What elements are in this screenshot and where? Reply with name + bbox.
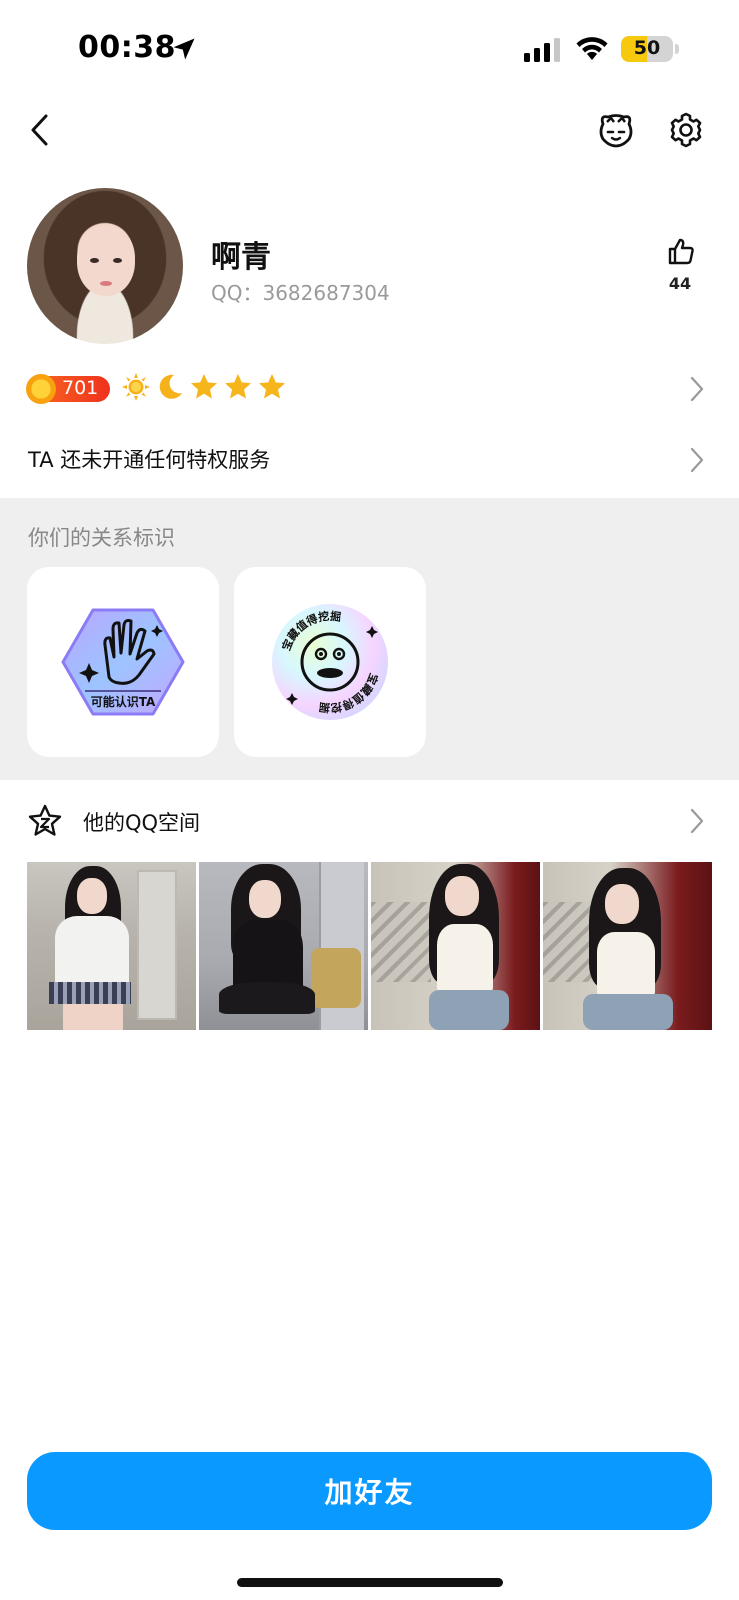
coin-icon: [26, 374, 56, 404]
relationship-card[interactable]: 可能认识TA: [27, 567, 219, 757]
photo-body: [437, 924, 493, 994]
photo-face: [77, 878, 107, 914]
photo-door: [137, 870, 177, 1020]
star-icon: [259, 374, 285, 399]
settings-gear-icon[interactable]: [666, 110, 706, 150]
relationship-section: 你们的关系标识 可能认识TA 宝藏值得挖掘 宝藏值得挖掘: [0, 498, 739, 780]
photo-legs: [63, 1004, 123, 1030]
qzone-row[interactable]: 他的QQ空间: [0, 795, 739, 851]
profile-name: 啊青: [211, 240, 271, 275]
level-badge: 701: [26, 374, 110, 404]
location-arrow-icon: [173, 38, 195, 60]
privilege-text: TA 还未开通任何特权服务: [28, 448, 271, 472]
chevron-right-icon: [690, 447, 704, 473]
home-indicator: [237, 1578, 503, 1587]
chevron-right-icon: [690, 808, 704, 834]
photo-face: [605, 884, 639, 924]
star-icon: [225, 374, 251, 399]
qzone-photo[interactable]: [371, 862, 540, 1030]
wave-hand-badge-icon: 可能认识TA: [61, 608, 185, 716]
status-time: 00:38: [78, 30, 176, 65]
sun-icon: [122, 373, 150, 401]
avatar-lip: [100, 281, 112, 286]
star-icon: [191, 374, 217, 399]
chevron-right-icon: [690, 376, 704, 402]
photo-face: [445, 876, 479, 916]
back-chevron-icon[interactable]: [26, 110, 56, 150]
photo-body: [597, 932, 655, 998]
profile-qq-number: QQ：3682687304: [211, 281, 390, 305]
avatar-eye: [113, 258, 122, 263]
relationship-title: 你们的关系标识: [28, 526, 175, 550]
add-friend-button[interactable]: 加好友: [27, 1452, 712, 1530]
moon-icon: [159, 374, 182, 399]
battery-cap: [675, 44, 679, 54]
photo-body: [55, 916, 129, 988]
like-count: 44: [668, 274, 692, 293]
photo-skirt: [219, 982, 315, 1014]
battery-percent: 50: [633, 37, 661, 59]
battery-indicator: 50: [621, 36, 673, 62]
wifi-icon: [576, 37, 608, 60]
status-bar: 00:38 50: [0, 0, 739, 100]
photo-shorts: [429, 990, 509, 1030]
qzone-title: 他的QQ空间: [83, 811, 201, 835]
level-row[interactable]: 701: [0, 368, 739, 414]
smiley-badge-icon: 宝藏值得挖掘 宝藏值得挖掘: [272, 604, 388, 720]
photo-skirt: [49, 982, 131, 1004]
pet-face-icon[interactable]: [596, 110, 636, 150]
qzone-photo[interactable]: [543, 862, 712, 1030]
relationship-card-label: 可能认识TA: [91, 694, 156, 709]
photo-chair: [311, 948, 361, 1008]
photo-railing: [543, 902, 593, 982]
qzone-star-icon: [28, 804, 62, 836]
photo-railing: [371, 902, 431, 982]
level-value: 701: [62, 377, 99, 399]
photo-shorts: [583, 994, 673, 1030]
thumbs-up-icon[interactable]: [666, 236, 696, 266]
privilege-row[interactable]: TA 还未开通任何特权服务: [0, 432, 739, 488]
relationship-card[interactable]: 宝藏值得挖掘 宝藏值得挖掘: [234, 567, 426, 757]
profile-avatar[interactable]: [27, 188, 183, 344]
cellular-signal-icon: [524, 38, 560, 62]
photo-face: [249, 880, 281, 918]
qzone-photo[interactable]: [199, 862, 368, 1030]
avatar-eye: [90, 258, 99, 263]
qzone-photo[interactable]: [27, 862, 196, 1030]
